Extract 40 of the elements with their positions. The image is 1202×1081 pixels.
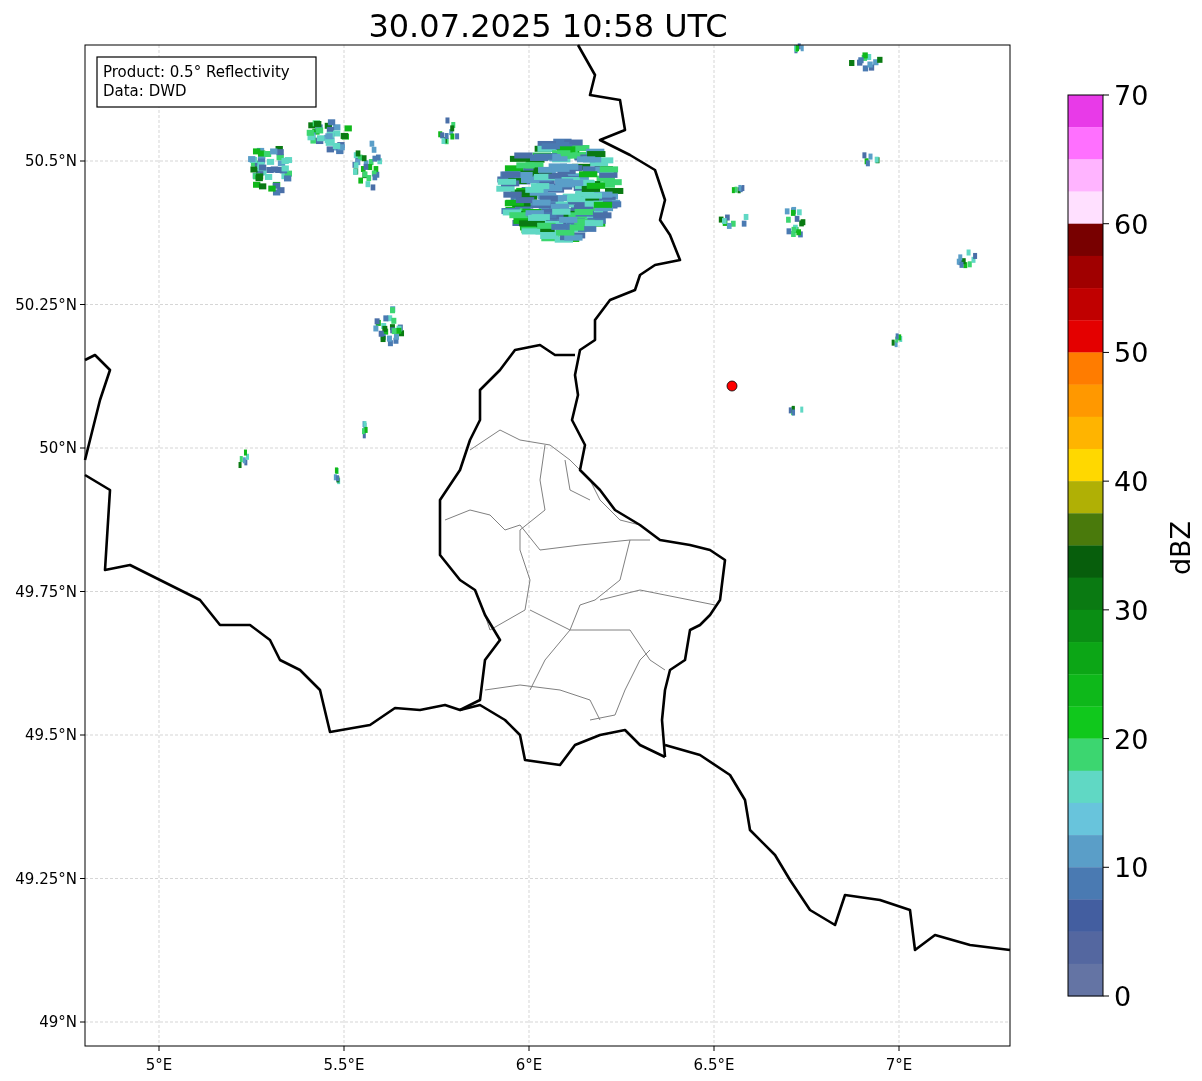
colorbar-tick-label: 60 — [1114, 208, 1149, 240]
latitude-label: 49°N — [39, 1013, 77, 1031]
radar-echo-drawing — [956, 249, 978, 269]
colorbar-tick-label: 50 — [1114, 337, 1149, 369]
radar-echo-drawing — [794, 43, 804, 54]
info-text: Product: 0.5° Reflectivity — [103, 63, 290, 81]
radar-echo-drawing — [238, 449, 249, 469]
colorbar-tick-label: 70 — [1114, 80, 1149, 111]
radar-echo-drawing — [731, 184, 745, 194]
radar-echo-drawing — [891, 333, 903, 348]
longitude-label: 6.5°E — [693, 1056, 735, 1074]
colorbar-tick-label: 0 — [1114, 981, 1132, 1012]
radar-echo-drawing — [248, 146, 293, 196]
latitude-label: 50.25°N — [15, 295, 77, 314]
radar-echo-drawing — [788, 405, 804, 416]
radar-echo-drawing — [784, 206, 806, 238]
radar-echo-drawing — [373, 306, 405, 347]
radar-echo-drawing — [718, 213, 749, 229]
longitude-label: 7°E — [885, 1056, 913, 1074]
latitude-label: 49.75°N — [15, 582, 77, 601]
latitude-label: 50.5°N — [24, 152, 77, 170]
colorbar-label: dBZ — [1165, 520, 1196, 576]
chart-title: 30.07.2025 10:58 UTC — [368, 7, 728, 45]
colorbar-tick-label: 30 — [1114, 594, 1149, 626]
radar-echo-drawing — [362, 421, 368, 439]
latitude-label: 49.5°N — [24, 726, 77, 744]
colorbar-tick-label: 20 — [1114, 723, 1149, 755]
radar-echo-drawing — [849, 52, 883, 72]
radar-echo-drawing — [438, 117, 460, 145]
radar-echo-drawing — [862, 152, 880, 167]
colorbar-tick-label: 40 — [1114, 466, 1149, 498]
longitude-label: 5.5°E — [323, 1056, 365, 1074]
station-marker — [726, 380, 738, 392]
latitude-label: 50°N — [39, 439, 77, 457]
latitude-label: 49.25°N — [15, 869, 77, 888]
info-text: Data: DWD — [103, 82, 187, 100]
longitude-label: 5°E — [145, 1056, 173, 1074]
colorbar-tick-label: 10 — [1114, 852, 1149, 884]
longitude-label: 6°E — [515, 1056, 543, 1074]
radar-echo-drawing — [333, 467, 341, 485]
